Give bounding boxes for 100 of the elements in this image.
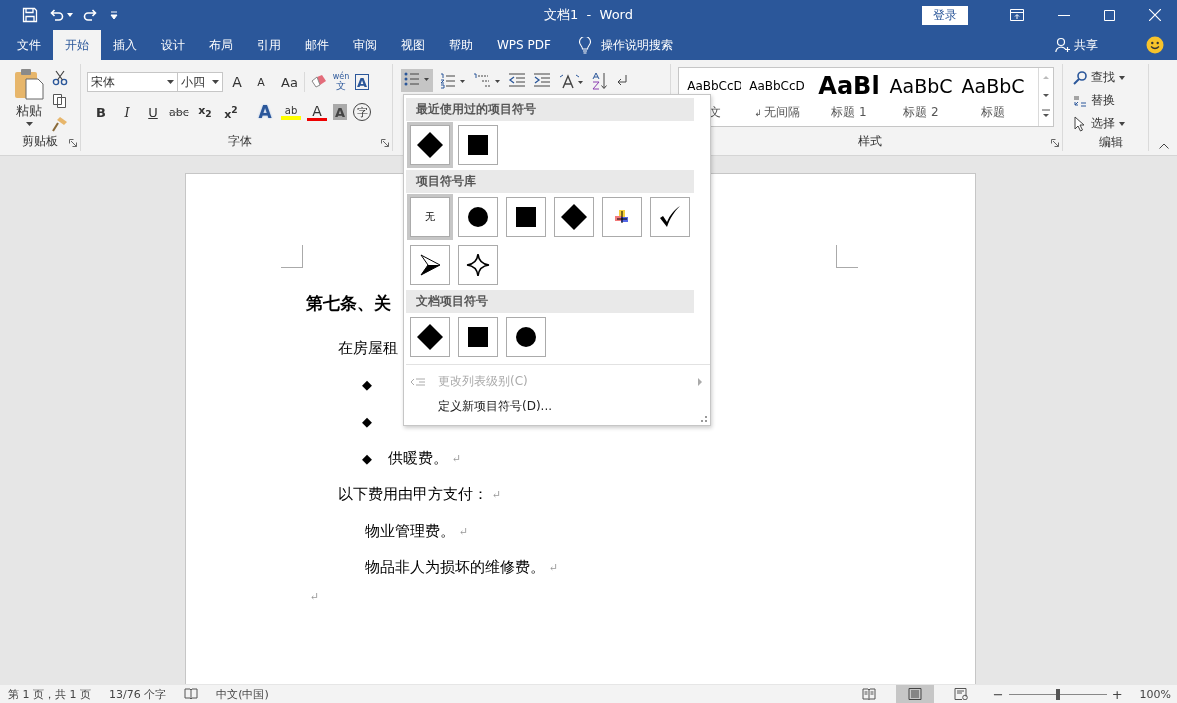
highlight-button[interactable]: ab — [281, 104, 301, 120]
multilevel-list-icon[interactable] — [473, 72, 501, 89]
bullet-option[interactable] — [554, 197, 594, 237]
page-count[interactable]: 第 1 页，共 1 页 — [8, 686, 91, 702]
language-label[interactable]: 中文(中国) — [216, 686, 269, 702]
picture-bullet-icon — [615, 210, 629, 224]
bullet-option[interactable]: 无 — [410, 197, 450, 237]
zoom-in-button[interactable]: + — [1111, 686, 1123, 702]
bullet-option[interactable] — [458, 317, 498, 357]
login-button[interactable]: 登录 — [922, 5, 968, 25]
bullet-option[interactable] — [410, 245, 450, 285]
save-icon[interactable] — [22, 7, 38, 23]
dialog-launcher-icon[interactable] — [1051, 139, 1059, 147]
increase-indent-icon[interactable] — [533, 72, 551, 89]
menu-item[interactable]: 定义新项目符号(D)... — [406, 394, 708, 419]
bullet-option[interactable] — [506, 317, 546, 357]
margin-mark — [836, 245, 858, 268]
phonetic-guide-button[interactable]: wén 文 — [331, 72, 351, 92]
style-item[interactable]: AaBl 标题 1 — [813, 68, 885, 126]
share-button[interactable]: 共享 — [1074, 36, 1098, 54]
collapse-ribbon-icon[interactable] — [1159, 143, 1169, 149]
ribbon-display-icon[interactable] — [1010, 9, 1024, 21]
caret-icon[interactable] — [67, 13, 73, 17]
page-icon — [907, 688, 922, 700]
search-label[interactable]: 操作说明搜索 — [600, 36, 673, 54]
circle-icon — [468, 207, 488, 227]
effects-button[interactable]: A — [255, 102, 275, 122]
font-name-dropdown[interactable]: 宋体 — [87, 72, 178, 92]
paragraph-text: 物品非人为损坏的维修费。 — [365, 558, 545, 578]
zoom-out-button[interactable]: − — [992, 686, 1004, 702]
circle-icon — [516, 327, 536, 347]
ribbon-tab[interactable]: 插入 — [101, 30, 149, 60]
grow-font-button[interactable]: A — [227, 72, 247, 92]
ribbon-tab[interactable]: 邮件 — [293, 30, 341, 60]
bullet-option[interactable] — [458, 245, 498, 285]
copy-icon[interactable] — [52, 93, 68, 109]
ribbon-tab[interactable]: WPS PDF — [485, 30, 563, 60]
find-button[interactable]: 查找 — [1073, 68, 1148, 87]
menu-section-header: 项目符号库 — [406, 170, 694, 193]
proofing-icon[interactable] — [184, 688, 199, 700]
format-painter-icon[interactable] — [52, 116, 68, 132]
maximize-icon[interactable] — [1104, 9, 1115, 21]
ribbon-tab[interactable]: 引用 — [245, 30, 293, 60]
ribbon-tab[interactable]: 布局 — [197, 30, 245, 60]
bullet-option[interactable] — [410, 317, 450, 357]
print-view-button[interactable] — [895, 685, 934, 703]
numbering-icon[interactable] — [440, 72, 466, 89]
dialog-launcher-icon[interactable] — [69, 139, 77, 147]
style-item[interactable]: AaBbC 标题 — [957, 68, 1029, 126]
change-case-button[interactable]: Aa — [275, 72, 305, 92]
smiley-icon[interactable] — [1146, 36, 1164, 54]
bullet-mark: ◆ — [362, 377, 373, 393]
resize-grip-icon[interactable] — [701, 416, 707, 422]
underline-button[interactable]: U — [143, 102, 163, 122]
color-button[interactable]: A — [307, 103, 327, 121]
font-size-dropdown[interactable]: 小四 — [177, 72, 223, 92]
text-direction-icon[interactable] — [558, 72, 584, 89]
shrink-font-button[interactable]: A — [251, 72, 271, 92]
bullet-option[interactable] — [506, 197, 546, 237]
shading-button[interactable]: A — [333, 104, 347, 120]
bullet-option[interactable] — [458, 197, 498, 237]
replace-button[interactable]: 替换 — [1073, 91, 1148, 110]
ribbon-tab[interactable]: 文件 — [5, 30, 53, 60]
word-count[interactable]: 13/76 个字 — [109, 686, 167, 702]
square-icon — [516, 207, 536, 227]
italic-button[interactable]: I — [117, 102, 137, 122]
bullet-option[interactable] — [650, 197, 690, 237]
style-item[interactable]: AaBbCcD ↲ 无间隔 — [741, 68, 813, 126]
bullet-list-icon — [404, 71, 430, 87]
four-point-star-icon — [466, 253, 490, 277]
character-border-button[interactable]: A — [355, 74, 369, 90]
lightbulb-icon[interactable] — [578, 36, 591, 54]
ribbon-tab[interactable]: 视图 — [389, 30, 437, 60]
minimize-icon[interactable] — [1058, 14, 1070, 16]
scissors-icon[interactable] — [52, 70, 68, 86]
bold-button[interactable]: B — [91, 102, 111, 122]
script-button[interactable]: x$_{2}$ — [195, 102, 215, 122]
bullet-option[interactable] — [410, 125, 450, 165]
bullet-option[interactable] — [458, 125, 498, 165]
decrease-indent-icon[interactable] — [508, 72, 526, 89]
diamond-icon — [417, 324, 443, 350]
sort-icon[interactable] — [591, 71, 609, 90]
script-button[interactable]: x$^{2}$ — [221, 102, 241, 122]
close-icon[interactable] — [1149, 9, 1161, 21]
person-add-icon[interactable] — [1055, 37, 1071, 53]
eraser-icon[interactable] — [309, 74, 327, 90]
redo-icon[interactable] — [83, 7, 99, 23]
ribbon-tab[interactable]: 审阅 — [341, 30, 389, 60]
zoom-slider-thumb[interactable] — [1055, 688, 1060, 700]
ribbon-tab[interactable]: 开始 — [53, 30, 101, 60]
undo-icon[interactable] — [48, 7, 64, 23]
ribbon-tab[interactable]: 设计 — [149, 30, 197, 60]
zoom-percent[interactable]: 100% — [1139, 687, 1171, 701]
select-button[interactable]: 选择 — [1073, 114, 1148, 133]
ribbon-tab[interactable]: 帮助 — [437, 30, 485, 60]
bullets-button[interactable] — [401, 69, 433, 92]
paste-button[interactable]: 粘贴 — [14, 68, 44, 132]
style-item[interactable]: AaBbC 标题 2 — [885, 68, 957, 126]
dialog-launcher-icon[interactable] — [381, 139, 389, 147]
customize-icon[interactable] — [109, 10, 119, 20]
